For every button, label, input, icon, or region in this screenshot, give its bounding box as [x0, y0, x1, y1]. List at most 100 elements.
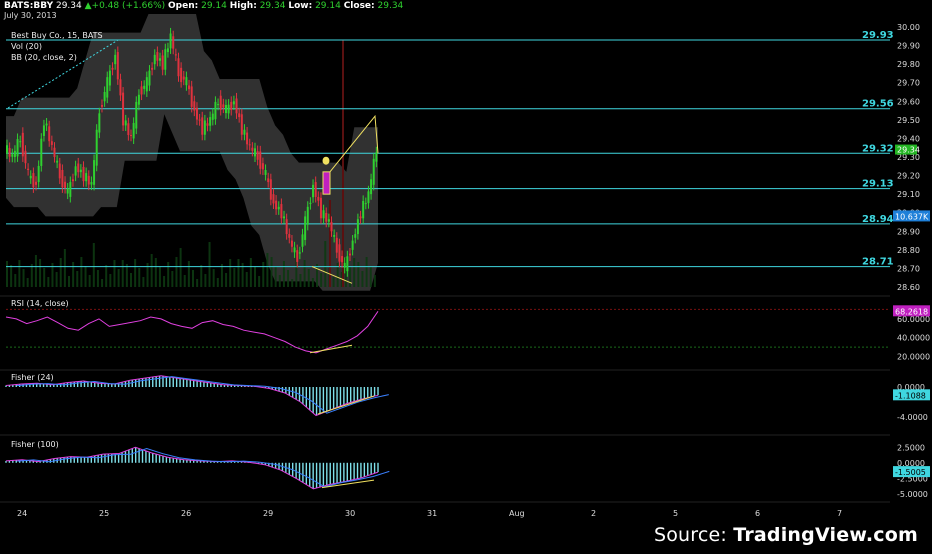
- price-level-label: 28.94: [862, 214, 894, 225]
- candle-body: [140, 86, 143, 95]
- candle-body: [164, 49, 167, 70]
- candle-body: [32, 173, 35, 188]
- candle-body: [74, 166, 77, 176]
- volume-badge-label: 10.637K: [895, 212, 929, 221]
- candle-body: [325, 213, 328, 222]
- candle-body: [85, 173, 88, 182]
- price-axis-tick: 29.80: [897, 60, 920, 69]
- x-axis-tick: 2: [591, 509, 596, 518]
- candle-body: [182, 76, 185, 80]
- candle-body: [370, 179, 373, 195]
- candle-body: [319, 197, 322, 219]
- candle-body: [37, 165, 40, 183]
- candle-body: [79, 169, 82, 173]
- volume-bar: [320, 273, 323, 287]
- candle-body: [42, 125, 45, 136]
- candle-body: [224, 105, 227, 114]
- volume-bar: [121, 260, 124, 287]
- candle-body: [137, 94, 140, 105]
- candle-body: [264, 170, 267, 175]
- open-value: 29.14: [201, 1, 227, 11]
- price-level-label: 29.93: [862, 30, 894, 41]
- candle-body: [346, 256, 349, 272]
- candle-body: [222, 104, 225, 108]
- candle-body: [156, 52, 159, 61]
- candle-body: [188, 85, 191, 90]
- volume-bar: [225, 273, 228, 287]
- candle-body: [261, 163, 264, 170]
- candle-body: [240, 114, 243, 135]
- candle-body: [145, 77, 148, 92]
- candle-body: [283, 216, 286, 219]
- candle-body: [127, 123, 130, 136]
- candle-body: [304, 216, 307, 240]
- x-axis-tick: 26: [181, 509, 191, 518]
- candle-body: [6, 145, 8, 154]
- rsi-axis-tick: 20.0000: [897, 353, 930, 362]
- candle-body: [87, 175, 90, 185]
- x-axis-tick: Aug: [509, 509, 525, 518]
- candle-body: [277, 206, 280, 210]
- source-credit: Source: TradingView.com: [654, 524, 918, 546]
- volume-bar: [220, 264, 223, 287]
- volume-bar: [175, 257, 178, 287]
- candle-body: [172, 36, 175, 49]
- volume-bar: [167, 262, 170, 287]
- candle-body: [256, 151, 259, 160]
- rsi-line: [5, 311, 379, 354]
- candle-body: [166, 48, 169, 53]
- candle-body: [82, 166, 85, 182]
- annotation-marker: [322, 156, 330, 165]
- candle-body: [53, 147, 56, 157]
- high-label: High:: [229, 1, 257, 11]
- candle-body: [61, 170, 64, 188]
- candle-body: [193, 101, 196, 111]
- candle-body: [177, 58, 180, 77]
- volume-bar: [63, 249, 66, 287]
- candle-body: [19, 141, 22, 143]
- candle-body: [108, 70, 111, 86]
- price-axis-tick: 29.10: [897, 190, 920, 199]
- price-change: +0.48 (+1.66%): [91, 1, 166, 11]
- price-axis-tick: 28.70: [897, 264, 920, 273]
- candle-body: [174, 54, 177, 56]
- volume-bar: [266, 253, 269, 287]
- close-label: Close:: [343, 1, 375, 11]
- candle-body: [201, 117, 204, 135]
- volume-bar: [109, 274, 112, 287]
- candle-body: [66, 188, 69, 194]
- volume-bar: [163, 276, 166, 287]
- candle-body: [116, 52, 119, 80]
- x-axis-tick: 5: [673, 509, 678, 518]
- price-axis-tick: 29.90: [897, 42, 920, 51]
- volume-bar: [158, 267, 161, 287]
- candle-body: [246, 132, 249, 145]
- volume-bar: [200, 265, 203, 287]
- fisher-axis-tick: 2.5000: [897, 443, 925, 452]
- candle-body: [227, 104, 230, 114]
- candle-body: [93, 160, 96, 185]
- volume-bar: [171, 271, 174, 287]
- volume-bar: [92, 243, 95, 287]
- rsi-divergence-line: [309, 344, 353, 354]
- volume-bar: [47, 277, 50, 287]
- volume-bar: [196, 279, 199, 287]
- volume-bar: [332, 277, 335, 287]
- candle-body: [372, 158, 375, 185]
- volume-bar: [80, 257, 83, 287]
- volume-bar: [204, 274, 207, 287]
- date-label: July 30, 2013: [4, 11, 57, 20]
- volume-bar: [84, 266, 87, 287]
- candle-body: [77, 163, 80, 173]
- candle-body: [56, 160, 59, 163]
- candle-body: [143, 85, 146, 89]
- candle-body: [306, 206, 309, 225]
- volume-bar: [138, 268, 141, 287]
- candle-body: [64, 181, 67, 188]
- candle-body: [314, 182, 317, 197]
- volume-bar: [361, 271, 364, 287]
- candle-body: [29, 175, 32, 179]
- price-axis-tick: 30.00: [897, 23, 920, 32]
- candle-body: [322, 210, 325, 219]
- candle-body: [159, 58, 162, 61]
